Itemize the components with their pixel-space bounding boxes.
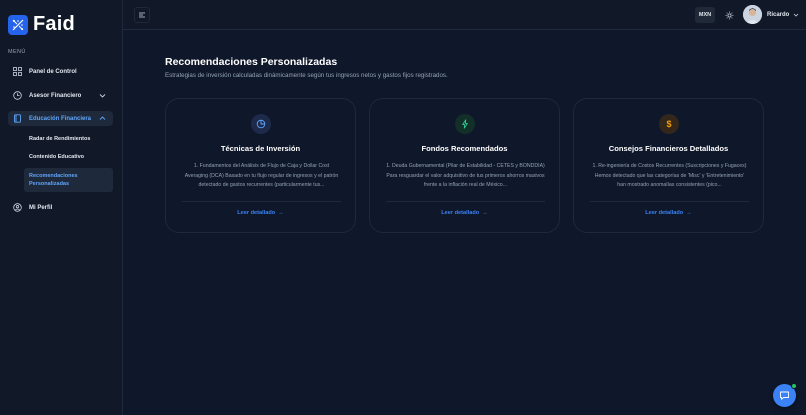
card-divider [386,201,545,202]
card-consejos-financieros: $ Consejos Financieros Detallados 1. Re-… [573,98,764,233]
menu-label: MENÚ [8,49,26,55]
card-body: 1. Re-ingeniería de Costos Recurrentes (… [592,163,747,188]
app-name: Faid [33,13,75,35]
user-name[interactable]: Ricardo [767,12,789,18]
theme-toggle-button[interactable] [721,7,737,23]
top-bar: MXN Ricardo [123,0,806,30]
sidebar: Faid MENÚ Panel de Control Asesor Financ… [0,0,123,415]
card-body: 1. Fundamentos del Análisis de Flujo de … [184,163,339,188]
sun-icon [725,11,733,19]
sidebar-item-asesor-financiero[interactable]: Asesor Financiero [8,88,113,103]
logo-icon [8,14,28,35]
sidebar-item-label: Panel de Control [29,68,77,75]
card-divider [590,201,749,202]
read-more-link[interactable]: Leer detallado → [574,210,763,216]
clock-icon [13,91,22,100]
sidebar-item-label: Educación Financiera [29,115,92,122]
arrow-right-icon: → [278,210,284,216]
chat-icon [780,391,789,400]
pie-chart-icon [251,114,271,134]
online-status-dot [791,383,797,389]
read-more-label: Leer detallado [237,210,276,216]
page-title: Recomendaciones Personalizadas [165,56,338,68]
card-divider [182,201,341,202]
read-more-link[interactable]: Leer detallado → [166,210,355,216]
currency-selector[interactable]: MXN [695,7,715,23]
arrow-right-icon: → [482,210,488,216]
chevron-down-icon[interactable] [792,11,800,19]
sidebar-item-mi-perfil[interactable]: Mi Perfil [8,200,113,215]
menu-icon [139,12,145,18]
read-more-label: Leer detallado [441,210,480,216]
sidebar-subitem-recomendaciones-personalizadas[interactable]: Recomendaciones Personalizadas [24,168,113,192]
lightning-icon [455,114,475,134]
page-subtitle: Estrategias de inversión calculadas diná… [165,72,448,79]
grid-icon [13,67,22,76]
card-title: Técnicas de Inversión [220,144,301,153]
card-title: Consejos Financieros Detallados [608,144,729,153]
app-logo[interactable]: Faid [8,13,75,36]
read-more-label: Leer detallado [645,210,684,216]
card-fondos-recomendados: Fondos Recomendados 1. Deuda Gubernament… [369,98,560,233]
avatar[interactable] [743,5,762,24]
book-icon [13,114,22,123]
chevron-up-icon [99,116,106,120]
sidebar-item-label: Mi Perfil [29,204,53,211]
chevron-down-icon [99,94,106,98]
read-more-link[interactable]: Leer detallado → [370,210,559,216]
user-circle-icon [13,203,22,212]
card-body: 1. Deuda Gubernamental (Pilar de Estabil… [386,163,545,188]
card-tecnicas-de-inversion: Técnicas de Inversión 1. Fundamentos del… [165,98,356,233]
sidebar-item-panel-de-control[interactable]: Panel de Control [8,64,113,79]
sidebar-subitem-contenido-educativo[interactable]: Contenido Educativo [24,154,113,160]
sidebar-item-label: Asesor Financiero [29,92,82,99]
dollar-icon: $ [659,114,679,134]
arrow-right-icon: → [686,210,692,216]
card-title: Fondos Recomendados [421,144,508,153]
sidebar-toggle-button[interactable] [134,7,150,23]
sidebar-subitem-radar-de-rendimientos[interactable]: Radar de Rendimientos [24,136,113,142]
sidebar-item-educacion-financiera[interactable]: Educación Financiera [8,111,113,126]
